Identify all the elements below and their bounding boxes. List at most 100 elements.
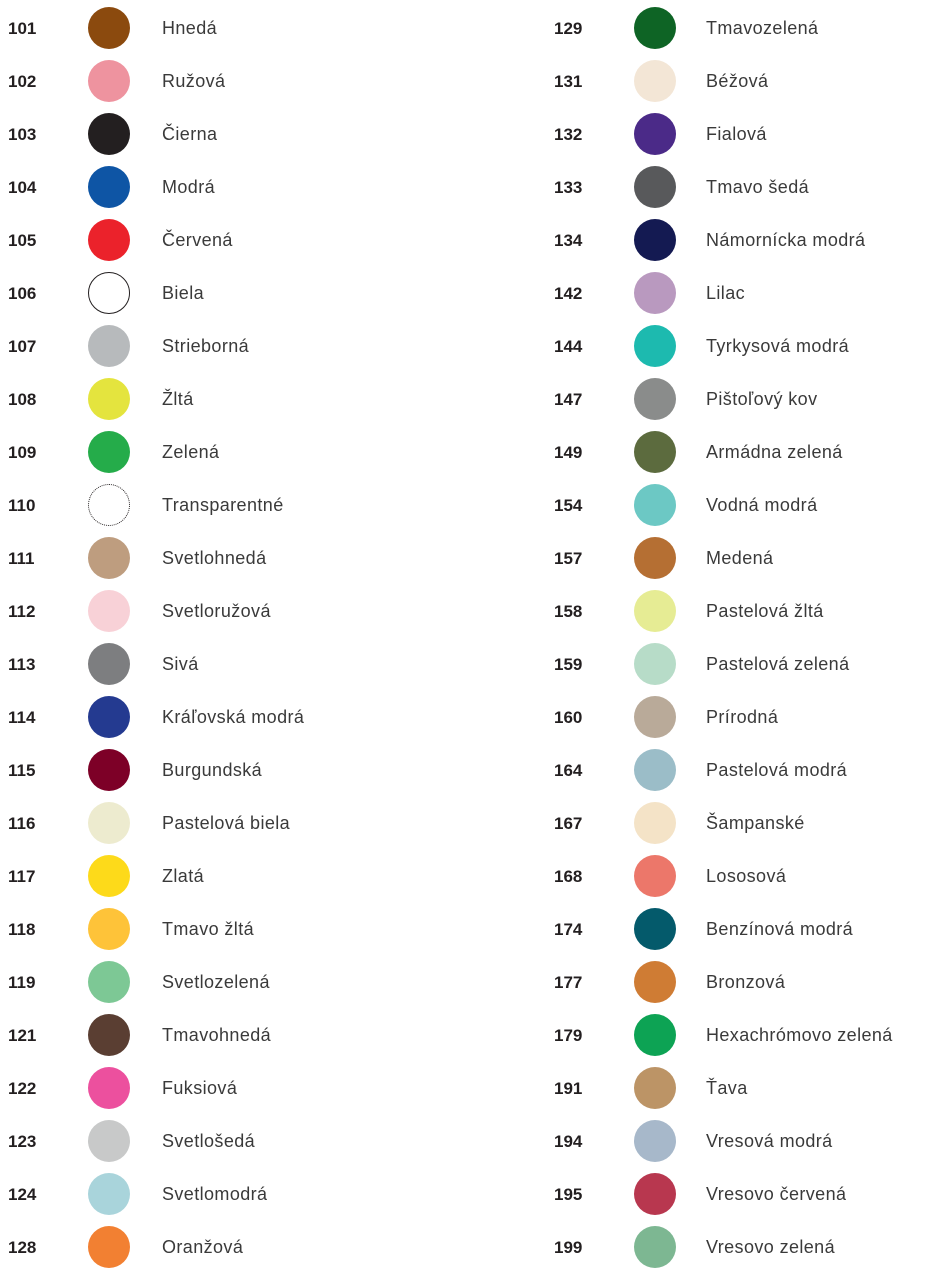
- color-swatch: [88, 749, 130, 791]
- color-swatch: [634, 908, 676, 950]
- color-swatch: [634, 1067, 676, 1109]
- color-name: Vresová modrá: [706, 1131, 833, 1151]
- color-code: 102: [8, 71, 37, 91]
- color-swatch: [634, 749, 676, 791]
- color-name: Benzínová modrá: [706, 919, 854, 939]
- color-name: Biela: [162, 283, 205, 303]
- color-swatch: [88, 1226, 130, 1268]
- color-swatch: [634, 590, 676, 632]
- color-swatch: [88, 802, 130, 844]
- color-code: 124: [8, 1184, 37, 1204]
- color-swatch: [88, 537, 130, 579]
- color-name: Zelená: [162, 442, 220, 462]
- color-name: Vresovo červená: [706, 1184, 847, 1204]
- color-code: 119: [8, 972, 36, 992]
- color-name: Svetlozelená: [162, 972, 270, 992]
- color-code: 106: [8, 283, 37, 303]
- color-swatch: [88, 7, 130, 49]
- color-name: Ťava: [706, 1078, 748, 1098]
- color-swatch: [634, 219, 676, 261]
- color-name: Čierna: [162, 124, 218, 144]
- color-code: 154: [554, 495, 583, 515]
- color-name: Červená: [162, 230, 233, 250]
- color-swatch: [634, 1173, 676, 1215]
- color-swatch: [634, 802, 676, 844]
- color-swatch: [634, 431, 676, 473]
- color-name: Pastelová zelená: [706, 654, 850, 674]
- color-name: Svetlomodrá: [162, 1184, 268, 1204]
- color-code: 107: [8, 336, 37, 356]
- color-swatch: [88, 378, 130, 420]
- color-swatch: [634, 272, 676, 314]
- color-code: 114: [8, 707, 36, 727]
- color-code: 104: [8, 177, 37, 197]
- color-name: Vresovo zelená: [706, 1237, 836, 1257]
- color-name: Fialová: [706, 124, 767, 144]
- color-name: Fuksiová: [162, 1078, 238, 1098]
- color-swatch: [634, 961, 676, 1003]
- color-code: 132: [554, 124, 583, 144]
- color-code: 111: [8, 548, 35, 568]
- color-code: 103: [8, 124, 37, 144]
- color-swatch: [88, 961, 130, 1003]
- color-swatch: [634, 7, 676, 49]
- color-code: 199: [554, 1237, 583, 1257]
- color-name: Ružová: [162, 71, 226, 91]
- color-name: Hexachrómovo zelená: [706, 1025, 893, 1045]
- color-name: Oranžová: [162, 1237, 244, 1257]
- color-swatch: [88, 1067, 130, 1109]
- color-code: 128: [8, 1237, 37, 1257]
- color-swatch: [88, 643, 130, 685]
- color-name: Bronzová: [706, 972, 786, 992]
- color-code: 149: [554, 442, 583, 462]
- color-swatch: [634, 325, 676, 367]
- color-swatch: [88, 908, 130, 950]
- color-swatch: [634, 484, 676, 526]
- color-swatch: [634, 855, 676, 897]
- color-code: 133: [554, 177, 583, 197]
- color-swatch: [634, 1014, 676, 1056]
- color-swatch: [634, 1226, 676, 1268]
- color-swatch: [634, 166, 676, 208]
- color-code: 112: [8, 601, 36, 621]
- color-swatch: [88, 1173, 130, 1215]
- color-code: 116: [8, 813, 36, 833]
- color-name: Zlatá: [162, 866, 205, 886]
- color-swatch: [88, 1120, 130, 1162]
- color-name: Tyrkysová modrá: [706, 336, 850, 356]
- color-code: 160: [554, 707, 583, 727]
- color-code: 134: [554, 230, 583, 250]
- color-code: 177: [554, 972, 583, 992]
- color-swatch: [88, 166, 130, 208]
- color-name: Žltá: [162, 389, 194, 409]
- color-code: 115: [8, 760, 36, 780]
- color-code: 123: [8, 1131, 37, 1151]
- color-name: Pastelová modrá: [706, 760, 848, 780]
- color-swatch: [88, 484, 130, 526]
- color-name: Tmavo šedá: [706, 177, 810, 197]
- color-name: Pištoľový kov: [706, 389, 818, 409]
- color-swatch: [88, 431, 130, 473]
- color-code: 195: [554, 1184, 583, 1204]
- color-code: 118: [8, 919, 36, 939]
- color-code: 122: [8, 1078, 37, 1098]
- color-swatch: [88, 60, 130, 102]
- color-code: 110: [8, 495, 36, 515]
- color-code: 113: [8, 654, 36, 674]
- color-name: Lilac: [706, 283, 746, 303]
- color-name: Vodná modrá: [706, 495, 818, 515]
- color-swatch: [634, 60, 676, 102]
- color-swatch: [634, 113, 676, 155]
- color-name: Námornícka modrá: [706, 230, 866, 250]
- color-code: 158: [554, 601, 583, 621]
- color-swatch: [88, 855, 130, 897]
- color-name: Burgundská: [162, 760, 263, 780]
- color-name: Pastelová žltá: [706, 601, 824, 621]
- color-name: Medená: [706, 548, 774, 568]
- color-name: Sivá: [162, 654, 199, 674]
- color-name: Svetlohnedá: [162, 548, 267, 568]
- color-code: 142: [554, 283, 583, 303]
- color-code: 105: [8, 230, 37, 250]
- color-name: Prírodná: [706, 707, 779, 727]
- color-swatch: [634, 696, 676, 738]
